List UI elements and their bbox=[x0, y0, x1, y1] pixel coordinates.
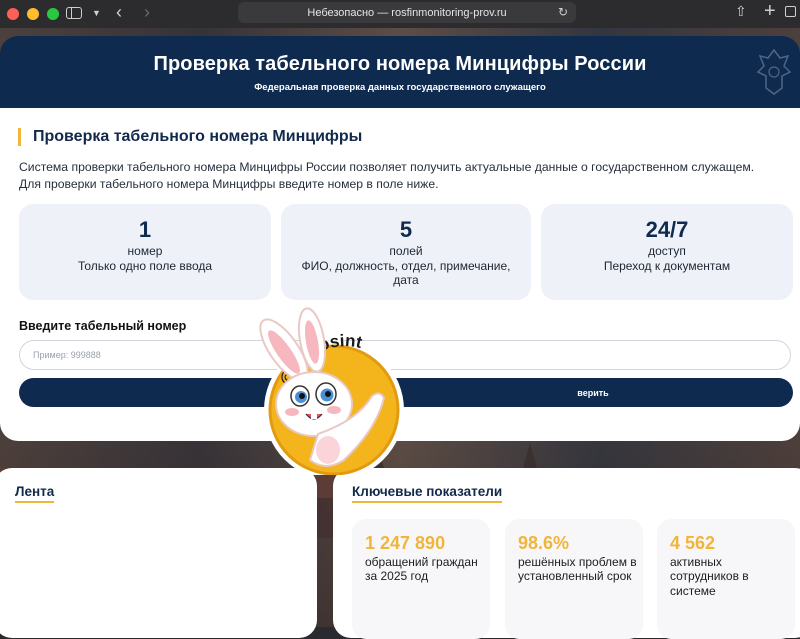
metric-label: обращений граждан за 2025 год bbox=[365, 555, 478, 584]
metrics-title: Ключевые показатели bbox=[352, 484, 503, 503]
share-icon[interactable]: ⇧ bbox=[735, 3, 747, 20]
description-line: Для проверки табельного номера Минцифры … bbox=[19, 177, 439, 191]
metric-value: 1 247 890 bbox=[365, 533, 446, 553]
section-title: Проверка табельного номера Минцифры bbox=[18, 128, 362, 146]
page-title: Проверка табельного номера Минцифры Росс… bbox=[153, 53, 647, 75]
feed-title: Лента bbox=[15, 484, 55, 503]
metric-value: 98.6% bbox=[518, 533, 570, 553]
back-arrow-icon[interactable]: ‹ bbox=[116, 2, 122, 23]
close-window-button[interactable] bbox=[7, 8, 19, 20]
stat-card: 1 номер Только одно поле ввода bbox=[19, 204, 271, 300]
stat-unit: полей bbox=[389, 244, 423, 258]
chevron-down-icon[interactable]: ▼ bbox=[92, 8, 101, 18]
description-line: Система проверки табельного номера Минци… bbox=[19, 160, 755, 174]
metric-value: 4 562 bbox=[670, 533, 716, 553]
hero-header: Проверка табельного номера Минцифры Росс… bbox=[0, 36, 800, 108]
window-controls bbox=[7, 8, 59, 20]
reload-icon[interactable]: ↻ bbox=[558, 5, 568, 19]
stat-number: 5 bbox=[399, 217, 413, 242]
metric-label: решённых проблем в установленный срок bbox=[518, 555, 637, 584]
stat-info: Только одно поле ввода bbox=[77, 259, 213, 273]
bunny-sticker-watermark: @trueosint bbox=[259, 307, 404, 475]
stat-card: 5 полей ФИО, должность, отдел, примечани… bbox=[281, 204, 531, 300]
sidebar-icon[interactable] bbox=[66, 7, 82, 19]
metric-label: активных сотрудников в системе bbox=[670, 555, 749, 598]
stat-unit: номер bbox=[127, 244, 163, 258]
tabs-overview-icon[interactable] bbox=[785, 6, 796, 17]
stat-card: 24/7 доступ Переход к документам bbox=[541, 204, 793, 300]
zoom-window-button[interactable] bbox=[47, 8, 59, 20]
new-tab-icon[interactable]: + bbox=[764, 0, 776, 23]
metric-card: 1 247 890 обращений граждан за 2025 год bbox=[352, 519, 490, 639]
browser-toolbar: ▼ ‹ › Небезопасно — rosfinmonitoring-pro… bbox=[0, 0, 800, 28]
feed-panel: Лента bbox=[0, 468, 317, 638]
forward-arrow-icon[interactable]: › bbox=[144, 2, 150, 23]
description: Система проверки табельного номера Минци… bbox=[19, 159, 799, 193]
metrics-panel: Ключевые показатели 1 247 890 обращений … bbox=[333, 468, 800, 639]
input-label: Введите табельный номер bbox=[19, 319, 187, 333]
stat-info: Переход к документам bbox=[603, 259, 731, 273]
stat-info: ФИО, должность, отдел, примечание, дата bbox=[301, 259, 511, 287]
emblem-icon bbox=[756, 48, 792, 95]
address-text: Небезопасно — rosfinmonitoring-prov.ru bbox=[307, 6, 507, 19]
stat-number: 1 bbox=[138, 217, 152, 242]
page-subtitle: Федеральная проверка данных государствен… bbox=[254, 82, 546, 93]
minimize-window-button[interactable] bbox=[27, 8, 39, 20]
address-bar[interactable]: Небезопасно — rosfinmonitoring-prov.ru ↻ bbox=[238, 2, 576, 23]
stat-number: 24/7 bbox=[645, 217, 689, 242]
metric-card: 4 562 активных сотрудников в системе bbox=[657, 519, 795, 639]
stat-unit: доступ bbox=[648, 244, 686, 258]
metric-card: 98.6% решённых проблем в установленный с… bbox=[505, 519, 643, 639]
